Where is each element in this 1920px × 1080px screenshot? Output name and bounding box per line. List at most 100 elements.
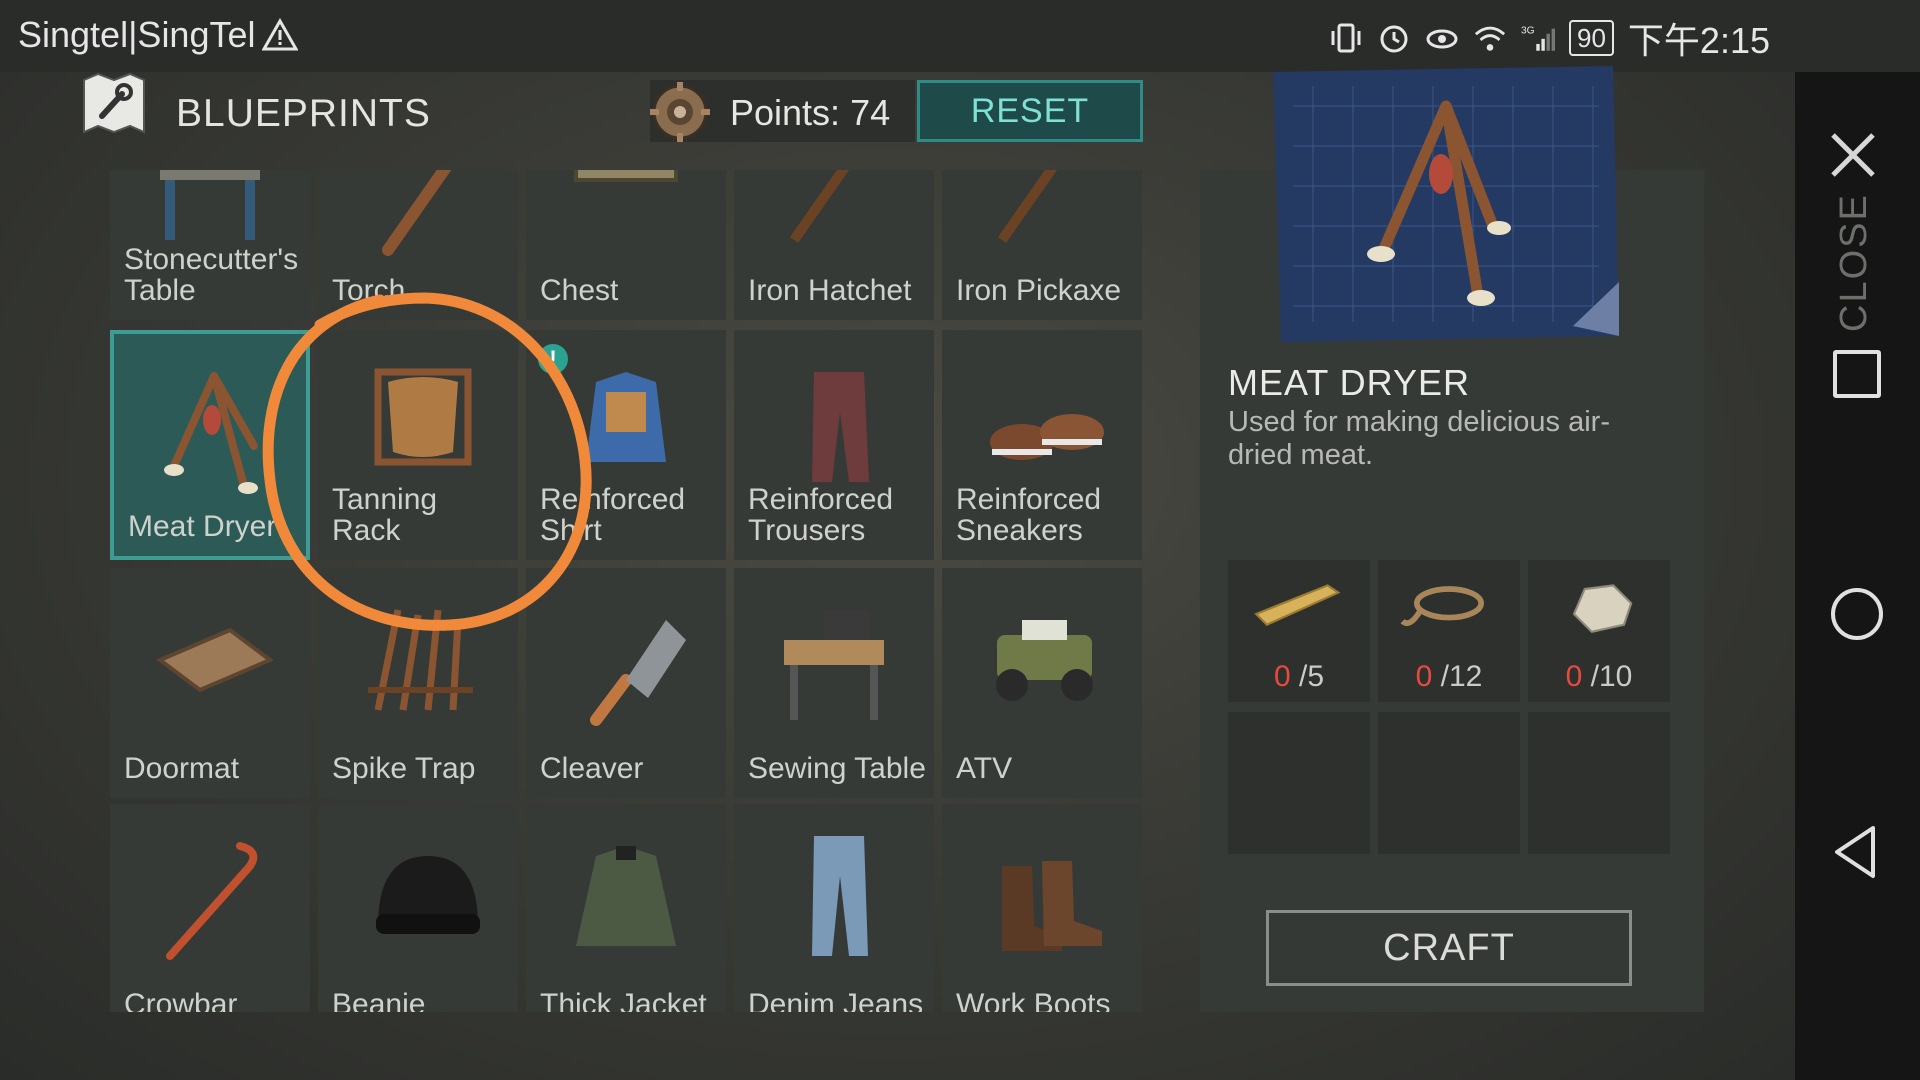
ingredient-need: /12	[1440, 660, 1483, 693]
ingredient-slot: 0 /12	[1378, 560, 1520, 702]
ingredient-count: 0 /10	[1528, 660, 1670, 694]
blueprint-item[interactable]: Stonecutter's Table	[110, 170, 310, 320]
blueprint-item-label: Stonecutter's Table	[124, 243, 299, 307]
blueprint-item[interactable]: ATV	[942, 568, 1142, 798]
ingredient-need: /10	[1590, 660, 1633, 693]
blueprint-item-label: Denim Jeans	[748, 988, 924, 1012]
blueprint-item[interactable]: Tanning Rack	[318, 330, 518, 560]
blueprint-item[interactable]: Doormat	[110, 568, 310, 798]
meat-dryer-blueprint-icon	[1273, 66, 1619, 342]
blueprint-item-label: Crowbar	[124, 988, 238, 1012]
ingredient-count: 0 /12	[1378, 660, 1520, 694]
hatchet-icon	[789, 170, 850, 243]
doormat-icon	[156, 627, 274, 693]
points-label: Points:	[730, 92, 841, 133]
jeans-icon	[812, 836, 868, 956]
boots-icon	[1002, 861, 1102, 951]
sneakers-icon	[990, 414, 1104, 460]
eye-comfort-icon	[1425, 21, 1459, 55]
ingredient-slot: 0 /5	[1228, 560, 1370, 702]
empty-ingredient-slot	[1528, 712, 1670, 854]
reset-button[interactable]: RESET	[917, 80, 1143, 142]
home-icon[interactable]	[1831, 588, 1883, 640]
blueprint-item[interactable]: Cleaver	[526, 568, 726, 798]
blueprint-item[interactable]: Crowbar	[110, 804, 310, 1012]
back-icon[interactable]	[1831, 824, 1879, 880]
meat-dryer-icon	[164, 372, 258, 494]
new-badge-icon: !	[538, 344, 568, 374]
blueprint-item-label: Work Boots	[956, 988, 1111, 1012]
recent-apps-icon[interactable]	[1833, 350, 1881, 398]
blueprint-item-label: Iron Pickaxe	[956, 274, 1122, 307]
blueprint-item[interactable]: Spike Trap	[318, 568, 518, 798]
blueprint-item-label: Doormat	[124, 752, 240, 785]
blueprint-item[interactable]: Thick Jacket	[526, 804, 726, 1012]
chest-icon	[574, 170, 678, 182]
points-value: 74	[850, 92, 891, 133]
pickaxe-icon	[997, 170, 1058, 243]
trousers-icon	[812, 372, 869, 482]
ingredient-have: 0	[1273, 660, 1291, 693]
clock: 下午2:15	[1627, 20, 1770, 61]
blueprint-item-label: Sewing Table	[748, 752, 926, 785]
blueprint-item[interactable]: Reinforced Sneakers	[942, 330, 1142, 560]
rope-icon	[1400, 586, 1484, 626]
close-label[interactable]: CLOSE	[1833, 193, 1877, 332]
close-icon[interactable]	[1825, 127, 1881, 183]
blueprint-item-label: Meat Dryer	[128, 510, 277, 543]
signal-icon: 3G	[1521, 21, 1555, 55]
blueprint-item[interactable]: Torch	[318, 170, 518, 320]
carrier-text: Singtel|SingTel	[18, 14, 256, 55]
android-nav-bar: CLOSE	[1795, 72, 1920, 1080]
blueprint-item-label: Cleaver	[540, 752, 644, 785]
sewing-table-icon	[784, 610, 884, 720]
blueprint-item-label: Reinforced Trousers	[748, 483, 894, 547]
svg-text:3G: 3G	[1521, 26, 1535, 37]
blueprint-item[interactable]: Iron Hatchet	[734, 170, 934, 320]
blueprint-item[interactable]: ! Reinforced Shirt	[526, 330, 726, 560]
tanning-rack-icon	[374, 368, 472, 466]
blueprint-item[interactable]: Meat Dryer	[110, 330, 310, 560]
blueprint-item-label: Reinforced Shirt	[540, 483, 686, 547]
blueprint-item[interactable]: Chest	[526, 170, 726, 320]
blueprint-item-label: Reinforced Sneakers	[956, 483, 1102, 547]
ingredient-count: 0 /5	[1228, 660, 1370, 694]
blueprint-item[interactable]: Reinforced Trousers	[734, 330, 934, 560]
blueprint-item-label: Thick Jacket	[540, 988, 707, 1012]
ingredient-slot: 0 /10	[1528, 560, 1670, 702]
torch-icon	[382, 170, 452, 256]
empty-ingredient-slot	[1228, 712, 1370, 854]
beanie-icon	[376, 856, 480, 934]
status-bar: Singtel|SingTel 3G 90 下午2:15	[0, 0, 1920, 72]
detail-title: MEAT DRYER	[1228, 362, 1471, 403]
gear-points-icon	[650, 82, 710, 142]
craft-button[interactable]: CRAFT	[1266, 910, 1632, 986]
stone-icon	[1572, 584, 1633, 634]
blueprint-item-label: ATV	[956, 752, 1013, 785]
battery-indicator: 90	[1569, 20, 1614, 56]
jacket-icon	[576, 846, 676, 946]
cleaver-icon	[590, 620, 686, 726]
blueprint-item-label: Iron Hatchet	[748, 274, 912, 307]
plank-icon	[1254, 584, 1341, 626]
empty-ingredient-slot	[1378, 712, 1520, 854]
vest-icon	[586, 372, 666, 462]
blueprint-item[interactable]: Sewing Table	[734, 568, 934, 798]
page-title: BLUEPRINTS	[176, 92, 431, 135]
blueprint-item[interactable]: Beanie	[318, 804, 518, 1012]
atv-icon	[996, 620, 1093, 701]
blueprint-grid: Stonecutter's Table Torch Chest Iron Hatche…	[110, 170, 1142, 1012]
blueprint-item-label: Spike Trap	[332, 752, 476, 785]
blueprint-item[interactable]: Denim Jeans	[734, 804, 934, 1012]
ingredient-need: /5	[1299, 660, 1325, 693]
warning-icon	[261, 18, 298, 51]
points-readout: Points: 74	[730, 92, 890, 134]
detail-description: Used for making delicious air-dried meat…	[1228, 406, 1610, 471]
blueprint-item[interactable]: Iron Pickaxe	[942, 170, 1142, 320]
blueprint-item-label: Torch	[332, 274, 406, 307]
spike-trap-icon	[368, 609, 473, 711]
crowbar-icon	[166, 842, 258, 960]
blueprint-item[interactable]: Work Boots	[942, 804, 1142, 1012]
alarm-icon	[1377, 21, 1411, 55]
system-icons: 3G 90 下午2:15	[1329, 12, 1770, 64]
